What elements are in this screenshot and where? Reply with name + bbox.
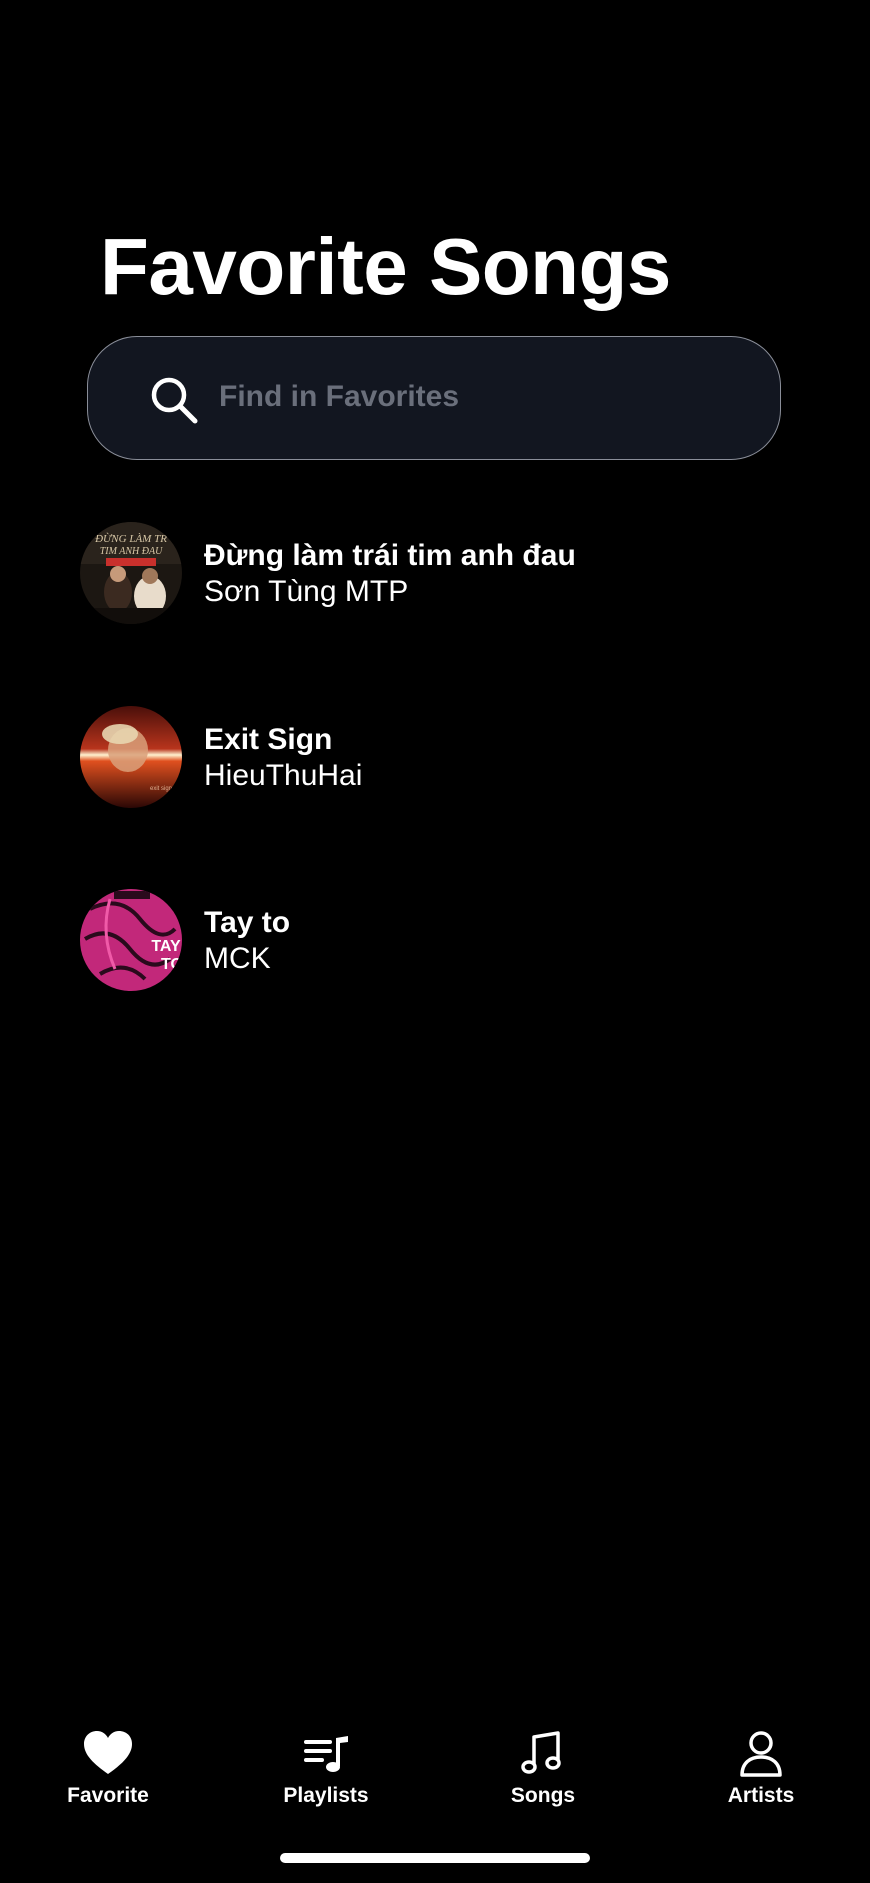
music-note-icon [521, 1731, 561, 1774]
search-icon [151, 377, 198, 424]
song-title: Đừng làm trái tim anh đau [204, 539, 576, 572]
album-art-dung-lam-trai-tim-anh-dau: ĐỪNG LÀM TR TIM ANH ĐAU [80, 522, 182, 624]
search-bar[interactable] [87, 336, 781, 460]
album-art-tay-to: TAY TO [80, 889, 182, 991]
svg-text:TAY: TAY [151, 938, 181, 955]
tab-label: Artists [727, 1784, 795, 1807]
song-artist: HieuThuHai [204, 759, 363, 792]
svg-text:exit sign: exit sign [150, 786, 172, 792]
tab-songs[interactable]: Songs [468, 1720, 618, 1820]
tab-label: Songs [510, 1784, 576, 1807]
home-indicator[interactable] [280, 1853, 590, 1863]
song-item[interactable]: exit sign Exit Sign HieuThuHai [80, 706, 800, 810]
tab-artists[interactable]: Artists [686, 1720, 836, 1820]
song-artist: Sơn Tùng MTP [204, 575, 409, 608]
search-input[interactable] [219, 367, 739, 427]
tab-favorite[interactable]: Favorite [33, 1720, 183, 1820]
playlist-icon [304, 1736, 348, 1772]
tab-label: Playlists [283, 1784, 369, 1807]
album-art-exit-sign: exit sign [80, 706, 182, 808]
song-item[interactable]: TAY TO Tay to MCK [80, 889, 800, 993]
song-title: Tay to [204, 906, 291, 939]
svg-text:TO: TO [161, 956, 182, 973]
svg-text:TIM ANH ĐAU: TIM ANH ĐAU [100, 546, 163, 557]
tab-bar: Favorite Playlists Songs Artists [0, 1720, 870, 1820]
song-title: Exit Sign [204, 723, 333, 756]
tab-playlists[interactable]: Playlists [251, 1720, 401, 1820]
tab-label: Favorite [67, 1784, 149, 1807]
song-item[interactable]: ĐỪNG LÀM TR TIM ANH ĐAU Đừng làm trái ti… [80, 522, 800, 626]
song-artist: MCK [204, 942, 271, 975]
person-icon [740, 1731, 782, 1777]
svg-text:ĐỪNG LÀM TR: ĐỪNG LÀM TR [94, 533, 167, 545]
heart-icon [84, 1731, 132, 1774]
page-title: Favorite Songs [100, 222, 671, 311]
